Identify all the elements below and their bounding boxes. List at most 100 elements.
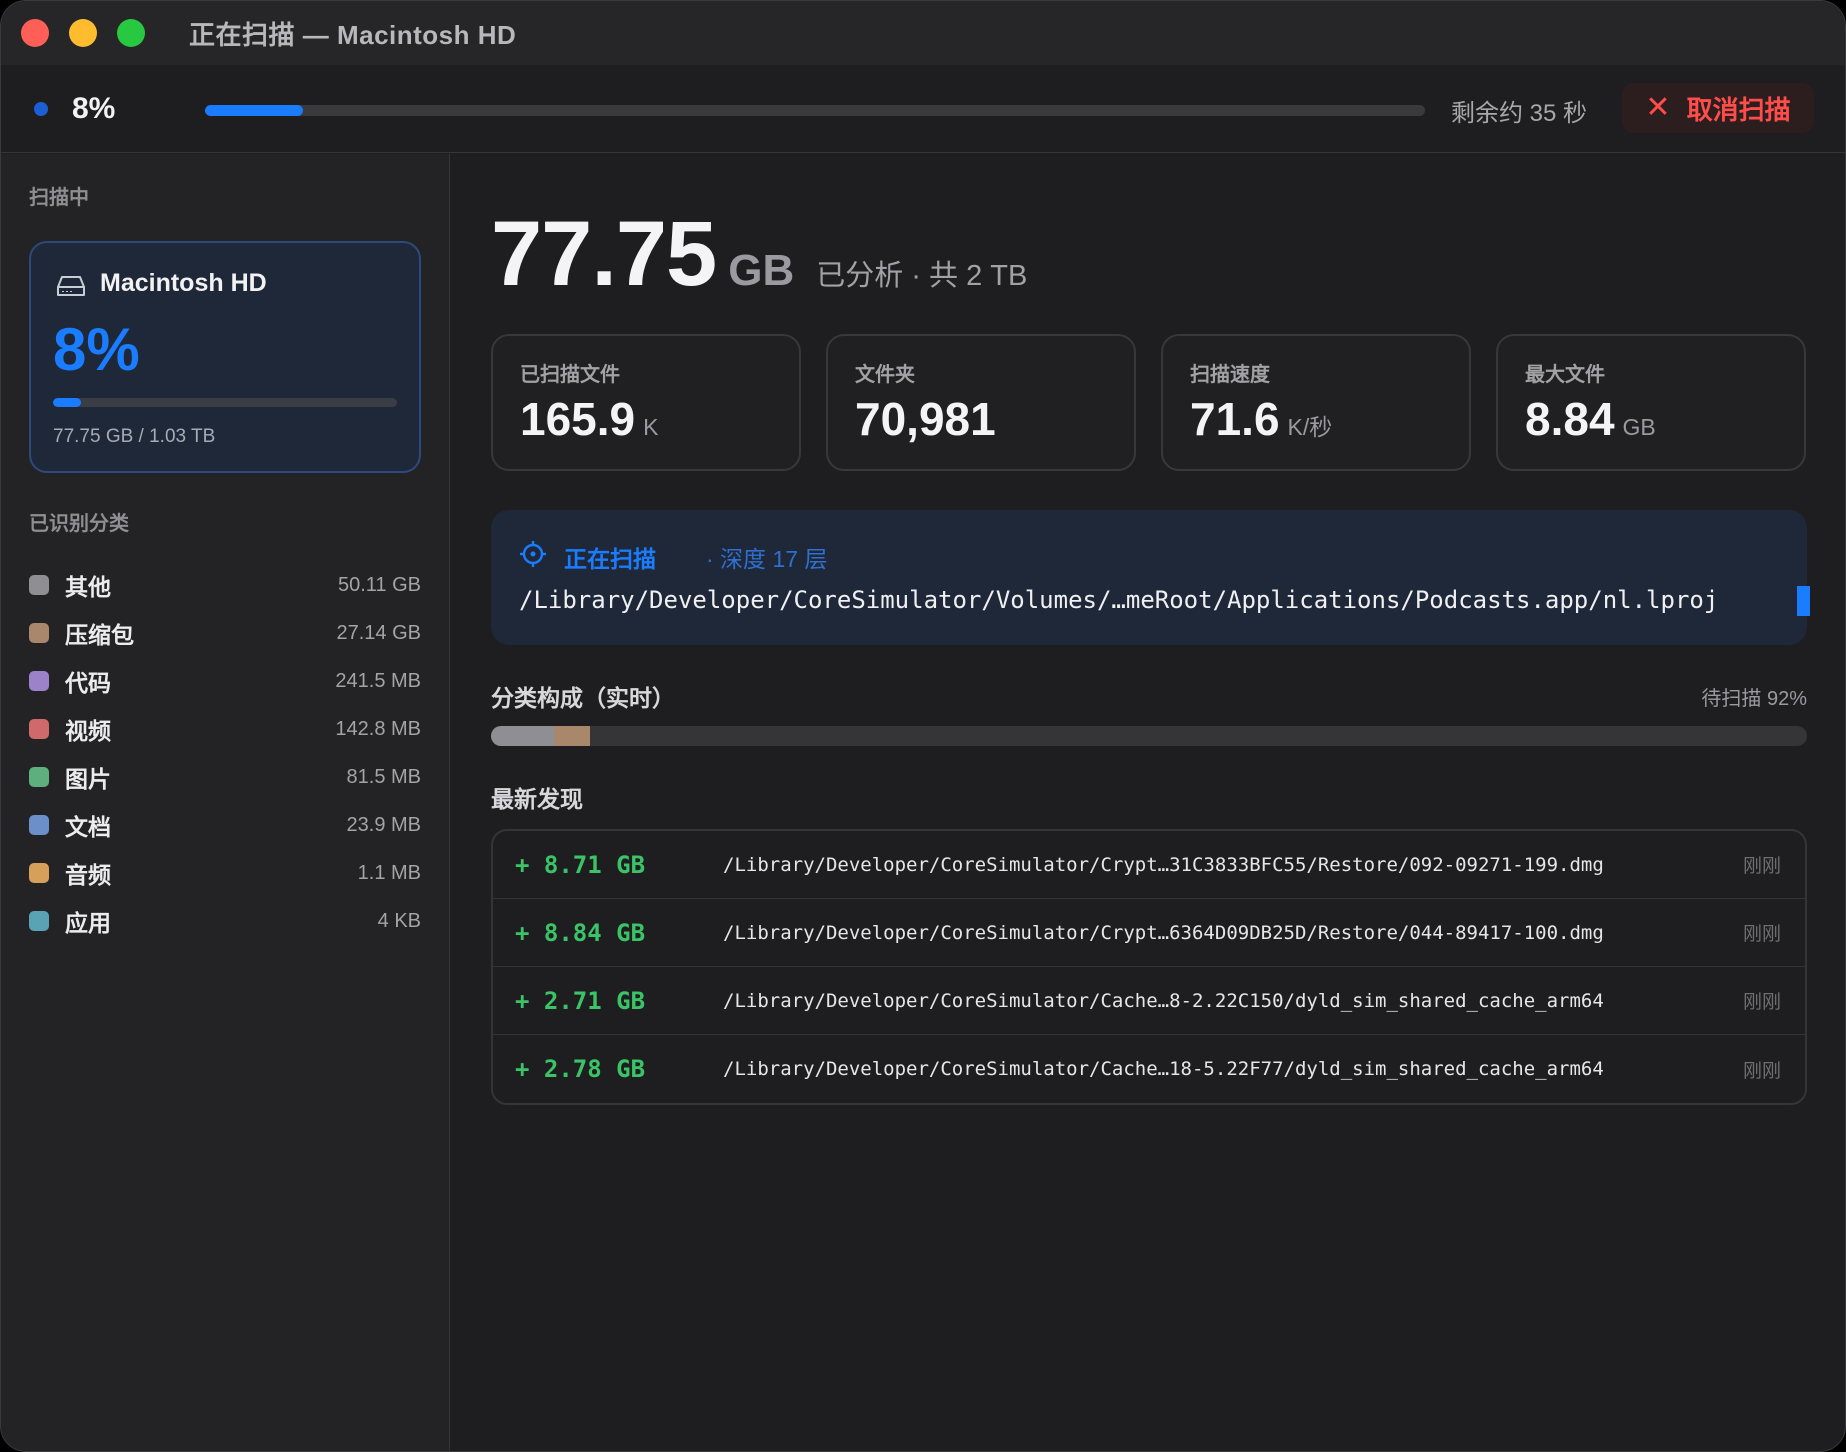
cancel-scan-label: 取消扫描 bbox=[1686, 94, 1791, 125]
disk-progress-bar bbox=[53, 398, 397, 407]
stat-value: 165.9 K bbox=[520, 392, 658, 446]
overall-percent: 8% bbox=[72, 91, 116, 125]
composition-pending: 待扫描 92% bbox=[1701, 688, 1807, 710]
category-swatch bbox=[29, 719, 49, 739]
find-size: + 2.78 GB bbox=[515, 1055, 646, 1083]
find-size: + 8.84 GB bbox=[515, 918, 646, 947]
analyzed-unit: GB bbox=[728, 246, 795, 295]
category-size: 23.9 MB bbox=[346, 813, 421, 836]
category-swatch bbox=[29, 815, 49, 835]
title-bar: 正在扫描 — Macintosh HD bbox=[1, 1, 1845, 65]
recent-finds-list: + 8.71 GB /Library/Developer/CoreSimulat… bbox=[491, 829, 1807, 1105]
find-path: /Library/Developer/CoreSimulator/Cache…8… bbox=[723, 989, 1604, 1012]
disk-progress-fill bbox=[53, 398, 81, 407]
overall-progress-fill bbox=[205, 105, 303, 116]
disk-size: 77.75 GB / 1.03 TB bbox=[53, 426, 216, 447]
app-window: 正在扫描 — Macintosh HD 8% 剩余约 35 秒 ✕ 取消扫描 扫… bbox=[0, 0, 1846, 1452]
find-size: + 2.71 GB bbox=[515, 986, 646, 1015]
analyzed-subtitle: 已分析 · 共 2 TB bbox=[816, 260, 1028, 292]
category-label: 图片 bbox=[65, 766, 111, 792]
category-item-apps[interactable]: 应用 4 KB bbox=[29, 897, 421, 945]
crosshair-icon bbox=[520, 541, 546, 567]
find-path: /Library/Developer/CoreSimulator/Crypt…6… bbox=[723, 921, 1604, 944]
stat-card-largest-file: 最大文件 8.84 GB bbox=[1496, 334, 1806, 471]
category-size: 81.5 MB bbox=[346, 765, 421, 788]
analyzed-value: 77.75 bbox=[491, 203, 717, 305]
category-swatch bbox=[29, 623, 49, 643]
category-label: 应用 bbox=[65, 910, 111, 936]
disk-percent: 8% bbox=[53, 316, 140, 383]
close-window-button[interactable] bbox=[21, 19, 49, 47]
stat-label: 已扫描文件 bbox=[520, 364, 620, 386]
find-time: 刚刚 bbox=[1742, 1060, 1781, 1082]
find-row[interactable]: + 8.71 GB /Library/Developer/CoreSimulat… bbox=[493, 831, 1805, 899]
category-size: 50.11 GB bbox=[337, 573, 421, 596]
stat-card-speed: 扫描速度 71.6 K/秒 bbox=[1161, 334, 1471, 471]
scanning-section-header: 扫描中 bbox=[29, 187, 89, 209]
category-size: 1.1 MB bbox=[357, 861, 421, 884]
current-scan-depth: · 深度 17 层 bbox=[706, 546, 828, 572]
disk-name: Macintosh HD bbox=[100, 269, 267, 297]
analyzed-summary: 77.75 GB 已分析 · 共 2 TB bbox=[491, 202, 1027, 307]
stat-label: 文件夹 bbox=[855, 364, 915, 386]
find-time: 刚刚 bbox=[1742, 856, 1781, 877]
stat-number: 70,981 bbox=[855, 393, 996, 445]
stats-row: 已扫描文件 165.9 K 文件夹 70,981 扫描速度 71.6 K/秒 最… bbox=[491, 334, 1806, 471]
stat-unit: GB bbox=[1622, 414, 1656, 440]
window-title: 正在扫描 — Macintosh HD bbox=[189, 19, 517, 50]
window-controls bbox=[21, 19, 145, 47]
recent-finds-title: 最新发现 bbox=[491, 786, 583, 812]
find-time: 刚刚 bbox=[1742, 924, 1781, 945]
category-item-code[interactable]: 代码 241.5 MB bbox=[29, 657, 421, 705]
stat-unit: K/秒 bbox=[1287, 414, 1333, 440]
category-item-images[interactable]: 图片 81.5 MB bbox=[29, 753, 421, 801]
stat-value: 8.84 GB bbox=[1525, 392, 1656, 446]
find-path: /Library/Developer/CoreSimulator/Crypt…3… bbox=[723, 853, 1604, 876]
stat-card-folders: 文件夹 70,981 bbox=[826, 334, 1136, 471]
find-row[interactable]: + 8.84 GB /Library/Developer/CoreSimulat… bbox=[493, 899, 1805, 967]
categories-section-header: 已识别分类 bbox=[29, 513, 129, 535]
stat-label: 最大文件 bbox=[1525, 364, 1605, 386]
stat-label: 扫描速度 bbox=[1190, 364, 1270, 386]
category-size: 4 KB bbox=[377, 909, 421, 932]
stat-number: 8.84 bbox=[1525, 393, 1615, 445]
zoom-window-button[interactable] bbox=[117, 19, 145, 47]
category-item-video[interactable]: 视频 142.8 MB bbox=[29, 705, 421, 753]
category-item-audio[interactable]: 音频 1.1 MB bbox=[29, 849, 421, 897]
category-item-other[interactable]: 其他 50.11 GB bbox=[29, 561, 421, 609]
stat-card-files: 已扫描文件 165.9 K bbox=[491, 334, 801, 471]
category-size: 27.14 GB bbox=[336, 621, 421, 644]
category-label: 音频 bbox=[65, 862, 111, 888]
stat-number: 71.6 bbox=[1190, 393, 1280, 445]
category-label: 其他 bbox=[65, 574, 111, 600]
find-size: + 8.71 GB bbox=[515, 850, 646, 879]
find-row[interactable]: + 2.78 GB /Library/Developer/CoreSimulat… bbox=[493, 1035, 1805, 1103]
category-size: 241.5 MB bbox=[335, 669, 421, 692]
category-item-documents[interactable]: 文档 23.9 MB bbox=[29, 801, 421, 849]
cancel-scan-button[interactable]: ✕ 取消扫描 bbox=[1622, 83, 1814, 133]
time-remaining: 剩余约 35 秒 bbox=[1451, 100, 1588, 127]
overall-progress-bar bbox=[205, 105, 1425, 116]
category-label: 文档 bbox=[65, 814, 111, 840]
find-time: 刚刚 bbox=[1742, 992, 1781, 1013]
current-scan-path: /Library/Developer/CoreSimulator/Volumes… bbox=[519, 586, 1719, 614]
scan-status-dot bbox=[34, 101, 48, 116]
category-item-archives[interactable]: 压缩包 27.14 GB bbox=[29, 609, 421, 657]
text-cursor bbox=[1797, 586, 1810, 616]
minimize-window-button[interactable] bbox=[69, 19, 97, 47]
find-row[interactable]: + 2.71 GB /Library/Developer/CoreSimulat… bbox=[493, 967, 1805, 1035]
current-scan-panel: 正在扫描 · 深度 17 层 /Library/Developer/CoreSi… bbox=[491, 510, 1810, 645]
category-label: 压缩包 bbox=[65, 622, 134, 648]
sidebar: 扫描中 Macintosh HD 8% 77.75 GB / 1.03 TB 已… bbox=[1, 154, 450, 1451]
category-swatch bbox=[29, 575, 49, 595]
main-content: 77.75 GB 已分析 · 共 2 TB 已扫描文件 165.9 K 文件夹 … bbox=[451, 154, 1845, 1451]
progress-header: 8% 剩余约 35 秒 ✕ 取消扫描 bbox=[1, 65, 1845, 153]
category-list: 其他 50.11 GB 压缩包 27.14 GB 代码 241.5 MB 视频 … bbox=[29, 561, 421, 945]
disk-card[interactable]: Macintosh HD 8% 77.75 GB / 1.03 TB bbox=[29, 241, 421, 473]
composition-bar bbox=[491, 726, 1807, 746]
hard-drive-icon bbox=[57, 276, 85, 296]
stat-value: 70,981 bbox=[855, 392, 1004, 446]
current-scan-title: 正在扫描 bbox=[564, 546, 656, 572]
category-label: 视频 bbox=[65, 718, 111, 744]
composition-title: 分类构成（实时） bbox=[491, 685, 675, 711]
